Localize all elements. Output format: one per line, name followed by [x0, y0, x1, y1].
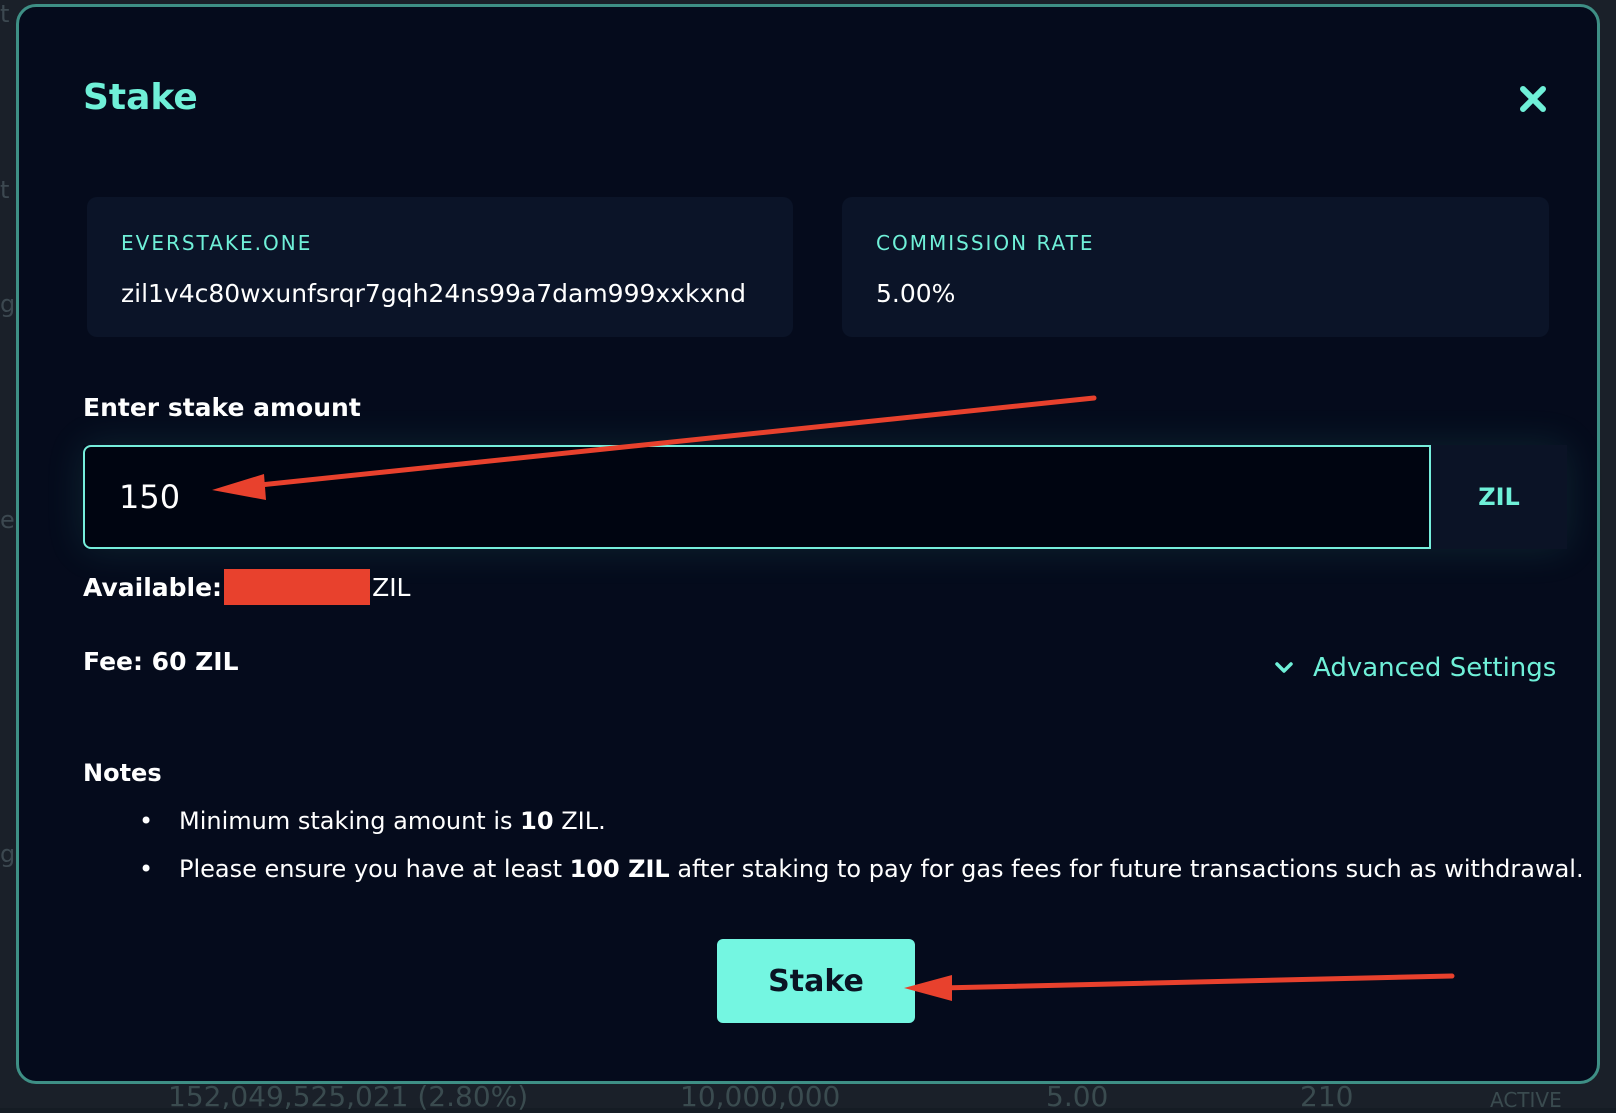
available-unit: ZIL [372, 572, 411, 602]
backdrop-total-stake: 152,049,525,021 (2.80%) [168, 1080, 529, 1113]
chevron-down-icon [1275, 662, 1293, 673]
commission-label: COMMISSION RATE [876, 231, 1095, 255]
validator-card: EVERSTAKE.ONE zil1v4c80wxunfsrqr7gqh24ns… [87, 197, 793, 337]
commission-value: 5.00% [876, 279, 956, 308]
backdrop-status: ACTIVE [1490, 1088, 1562, 1112]
stake-amount-input[interactable] [83, 445, 1431, 549]
bullet-icon: • [139, 807, 154, 835]
stake-amount-group: ZIL [83, 445, 1567, 549]
note-text: Please ensure you have at least [179, 855, 570, 883]
stake-unit-addon: ZIL [1431, 445, 1567, 549]
note-text: ZIL. [553, 807, 606, 835]
backdrop-text: e [0, 506, 15, 534]
backdrop-text: t [0, 176, 10, 204]
advanced-settings-label: Advanced Settings [1313, 653, 1557, 683]
validator-name: EVERSTAKE.ONE [121, 231, 313, 255]
backdrop-min-stake: 10,000,000 [680, 1080, 841, 1113]
notes-title: Notes [83, 759, 162, 787]
note-emphasis: 100 ZIL [569, 855, 670, 883]
close-x-icon [1520, 86, 1546, 112]
stake-modal: Stake EVERSTAKE.ONE zil1v4c80wxunfsrqr7g… [16, 4, 1600, 1084]
backdrop-text: g [0, 290, 16, 318]
modal-title: Stake [83, 77, 198, 118]
close-button[interactable] [1513, 79, 1553, 119]
note-item: • Minimum staking amount is 10 ZIL. [139, 807, 606, 835]
backdrop-commission: 5.00 [1046, 1080, 1109, 1113]
validator-address: zil1v4c80wxunfsrqr7gqh24ns99a7dam999xxkx… [121, 279, 746, 308]
available-label: Available: [83, 572, 223, 602]
note-emphasis: 10 [520, 807, 554, 835]
backdrop-delegators: 210 [1300, 1080, 1354, 1113]
note-text: after staking to pay for gas fees for fu… [669, 855, 1584, 883]
note-item: • Please ensure you have at least 100 ZIL… [139, 855, 1584, 883]
stake-button[interactable]: Stake [717, 939, 915, 1023]
available-balance: Available: ZIL [83, 569, 411, 605]
commission-card: COMMISSION RATE 5.00% [842, 197, 1549, 337]
fee-text: Fee: 60 ZIL [83, 647, 239, 676]
advanced-settings-toggle[interactable]: Advanced Settings [1273, 653, 1556, 683]
bullet-icon: • [139, 855, 154, 883]
stake-amount-label: Enter stake amount [83, 393, 361, 422]
note-text: Minimum staking amount is [179, 807, 521, 835]
redacted-balance [224, 569, 371, 605]
backdrop-text: t [0, 0, 10, 28]
backdrop-text: g [0, 840, 16, 868]
